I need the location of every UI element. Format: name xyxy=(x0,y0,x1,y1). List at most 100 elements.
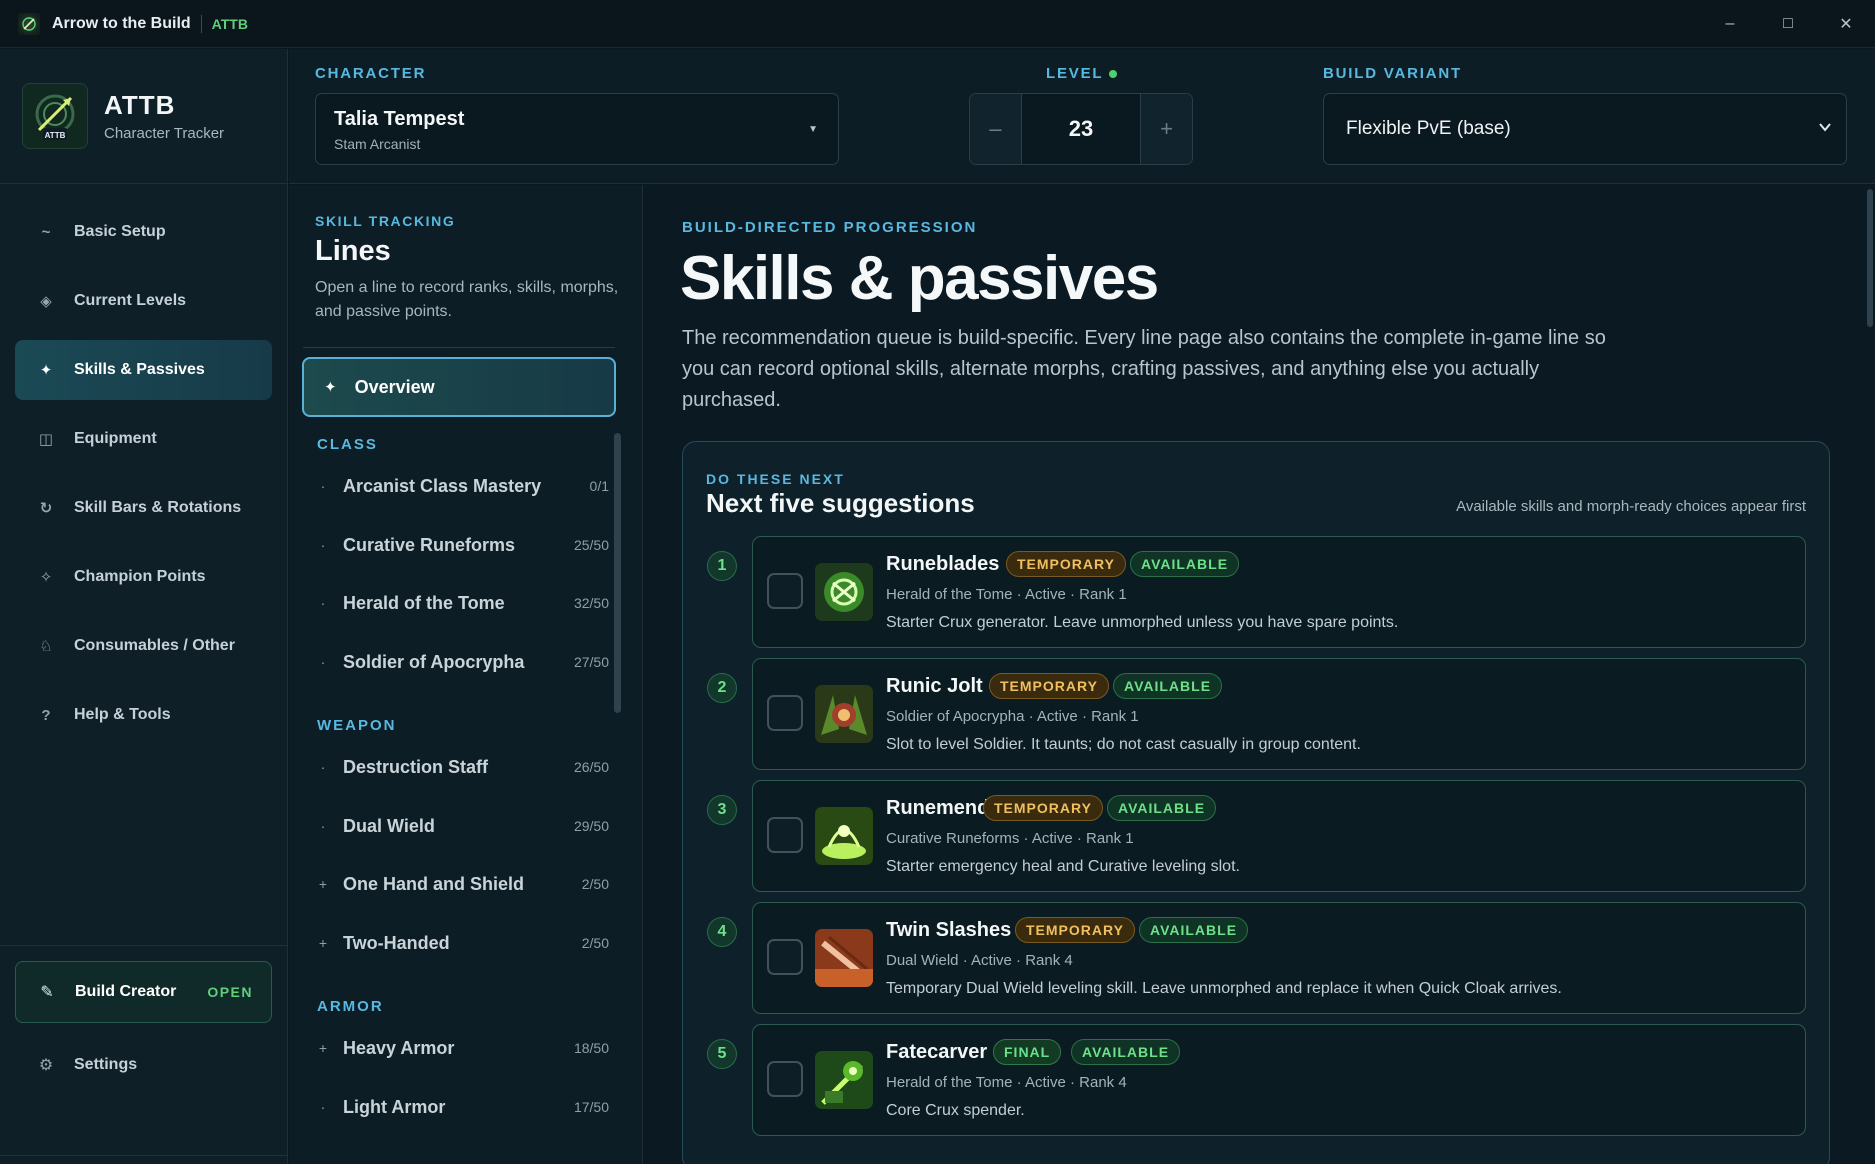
line-name: Light Armor xyxy=(343,1096,446,1117)
chevron-down-icon xyxy=(1818,120,1832,137)
plus-icon: + xyxy=(318,876,328,892)
section-class: CLASS xyxy=(317,436,378,453)
brand-name: ATTB xyxy=(104,90,176,120)
character-select[interactable]: Talia Tempest Stam Arcanist ▼ xyxy=(315,93,839,165)
lines-title: Lines xyxy=(315,235,391,267)
build-creator-button[interactable]: ✎ Build Creator OPEN xyxy=(15,961,272,1023)
sidebar-item-settings[interactable]: ⚙ Settings xyxy=(15,1035,272,1095)
sidebar-item-skill-bars[interactable]: ↻ Skill Bars & Rotations xyxy=(15,478,272,538)
overview-label: Overview xyxy=(354,376,435,397)
app-logo-icon xyxy=(18,12,40,35)
line-count: 32/50 xyxy=(573,595,609,611)
sidebar-item-label: Skill Bars & Rotations xyxy=(74,499,242,516)
sidebar-item-label: Champion Points xyxy=(74,568,206,585)
sidebar-item-skills-passives[interactable]: ✦ Skills & Passives xyxy=(15,340,272,400)
plus-icon: + xyxy=(318,1040,328,1056)
suggestion-description: Temporary Dual Wield leveling skill. Lea… xyxy=(886,980,1562,997)
suggestion-checkbox[interactable] xyxy=(767,939,803,975)
line-name: Curative Runeforms xyxy=(343,534,516,555)
sidebar-item-equipment[interactable]: ◫ Equipment xyxy=(15,409,272,469)
line-item-dual-wield[interactable]: · Dual Wield 29/50 xyxy=(303,801,609,851)
suggestion-checkbox[interactable] xyxy=(767,1061,803,1097)
line-item-curative-runeforms[interactable]: · Curative Runeforms 25/50 xyxy=(303,520,609,570)
line-count: 26/50 xyxy=(573,759,609,775)
main-scrollbar[interactable] xyxy=(1865,185,1875,1164)
sparkle-icon: ✦ xyxy=(39,362,53,379)
level-value[interactable]: 23 xyxy=(1022,94,1140,164)
suggestion-item[interactable]: Runeblades TEMPORARY AVAILABLE Herald of… xyxy=(752,536,1806,648)
consumables-icon: ♘ xyxy=(39,638,53,655)
suggestion-checkbox[interactable] xyxy=(767,817,803,853)
runemend-skill-icon xyxy=(815,807,873,865)
lines-scrollbar[interactable] xyxy=(614,433,621,713)
sidebar-item-label: Consumables / Other xyxy=(74,637,235,654)
sidebar-item-basic-setup[interactable]: ~ Basic Setup xyxy=(15,202,272,262)
level-decrement-button[interactable]: – xyxy=(970,94,1022,164)
fatecarver-skill-icon xyxy=(815,1051,873,1109)
line-count: 0/1 xyxy=(589,478,609,494)
suggestion-number: 3 xyxy=(707,795,737,825)
build-variant-select[interactable]: Flexible PvE (base) xyxy=(1323,93,1847,165)
brand-logo-icon: ATTB xyxy=(22,83,88,149)
line-item-heavy-armor[interactable]: + Heavy Armor 18/50 xyxy=(303,1023,609,1073)
main-kicker: BUILD-DIRECTED PROGRESSION xyxy=(682,219,978,236)
available-badge: AVAILABLE xyxy=(1130,551,1240,577)
suggestion-meta: Soldier of Apocrypha · Active · Rank 1 xyxy=(886,708,1139,725)
sidebar-item-label: Settings xyxy=(74,1056,138,1073)
level-increment-button[interactable]: + xyxy=(1140,94,1192,164)
bullet-icon: · xyxy=(320,595,326,611)
sidebar-item-current-levels[interactable]: ◈ Current Levels xyxy=(15,271,272,331)
sidebar-collapse-button[interactable]: ‹ xyxy=(0,1155,287,1164)
line-count: 17/50 xyxy=(573,1099,609,1115)
line-item-herald-of-the-tome[interactable]: · Herald of the Tome 32/50 xyxy=(303,578,609,628)
available-badge: AVAILABLE xyxy=(1139,917,1249,943)
level-status-dot xyxy=(1109,70,1118,79)
bullet-icon: · xyxy=(320,537,326,553)
maximize-button[interactable]: □ xyxy=(1759,0,1817,48)
minimize-button[interactable]: – xyxy=(1701,0,1759,48)
sidebar-item-label: Help & Tools xyxy=(74,706,171,723)
line-item-soldier-of-apocrypha[interactable]: · Soldier of Apocrypha 27/50 xyxy=(303,637,609,687)
main-content: BUILD-DIRECTED PROGRESSION Skills & pass… xyxy=(644,185,1875,1164)
title-separator xyxy=(200,14,202,33)
suggestion-number: 4 xyxy=(707,917,737,947)
suggestion-item[interactable]: Runic Jolt TEMPORARY AVAILABLE Soldier o… xyxy=(752,658,1806,770)
app-tag: ATTB xyxy=(211,15,248,32)
help-icon: ? xyxy=(41,706,51,724)
suggestion-meta: Curative Runeforms · Active · Rank 1 xyxy=(886,830,1134,847)
temporary-badge: TEMPORARY xyxy=(1015,917,1135,943)
suggestion-number: 1 xyxy=(707,551,737,581)
character-name: Talia Tempest xyxy=(334,108,465,130)
suggestion-description: Starter emergency heal and Curative leve… xyxy=(886,858,1240,875)
brand-logo-text: ATTB xyxy=(45,131,66,140)
sidebar-item-help-tools[interactable]: ? Help & Tools xyxy=(15,685,272,745)
sparkle-icon: ✦ xyxy=(324,379,337,396)
suggestion-item[interactable]: Fatecarver FINAL AVAILABLE Herald of the… xyxy=(752,1024,1806,1136)
sidebar-item-champion-points[interactable]: ✧ Champion Points xyxy=(15,547,272,607)
plus-icon: + xyxy=(318,935,328,951)
line-item-two-handed[interactable]: + Two-Handed 2/50 xyxy=(303,918,609,968)
sidebar-item-consumables[interactable]: ♘ Consumables / Other xyxy=(15,616,272,676)
suggestion-checkbox[interactable] xyxy=(767,573,803,609)
sidebar-item-label: Basic Setup xyxy=(74,223,166,240)
suggestion-name: Runic Jolt xyxy=(886,675,983,697)
character-class: Stam Arcanist xyxy=(334,136,421,152)
level-label: LEVEL xyxy=(1046,65,1118,82)
close-button[interactable]: ✕ xyxy=(1817,0,1875,48)
suggestion-meta: Dual Wield · Active · Rank 4 xyxy=(886,952,1073,969)
main-scrollbar-thumb[interactable] xyxy=(1867,189,1873,327)
line-item-destruction-staff[interactable]: · Destruction Staff 26/50 xyxy=(303,742,609,792)
suggestion-item[interactable]: Twin Slashes TEMPORARY AVAILABLE Dual Wi… xyxy=(752,902,1806,1014)
section-weapon: WEAPON xyxy=(317,717,397,734)
line-item-arcanist-class-mastery[interactable]: · Arcanist Class Mastery 0/1 xyxy=(303,461,609,511)
suggestion-item[interactable]: Runemend TEMPORARY AVAILABLE Curative Ru… xyxy=(752,780,1806,892)
line-name: Soldier of Apocrypha xyxy=(343,651,525,672)
suggestions-card: DO THESE NEXT Next five suggestions Avai… xyxy=(682,441,1830,1164)
overview-button[interactable]: ✦ Overview xyxy=(302,357,616,417)
line-item-light-armor[interactable]: · Light Armor 17/50 xyxy=(303,1082,609,1132)
lines-panel: SKILL TRACKING Lines Open a line to reco… xyxy=(289,185,643,1164)
line-item-one-hand-and-shield[interactable]: + One Hand and Shield 2/50 xyxy=(303,859,609,909)
suggestion-number: 2 xyxy=(707,673,737,703)
suggestion-checkbox[interactable] xyxy=(767,695,803,731)
suggestion-description: Core Crux spender. xyxy=(886,1102,1025,1119)
